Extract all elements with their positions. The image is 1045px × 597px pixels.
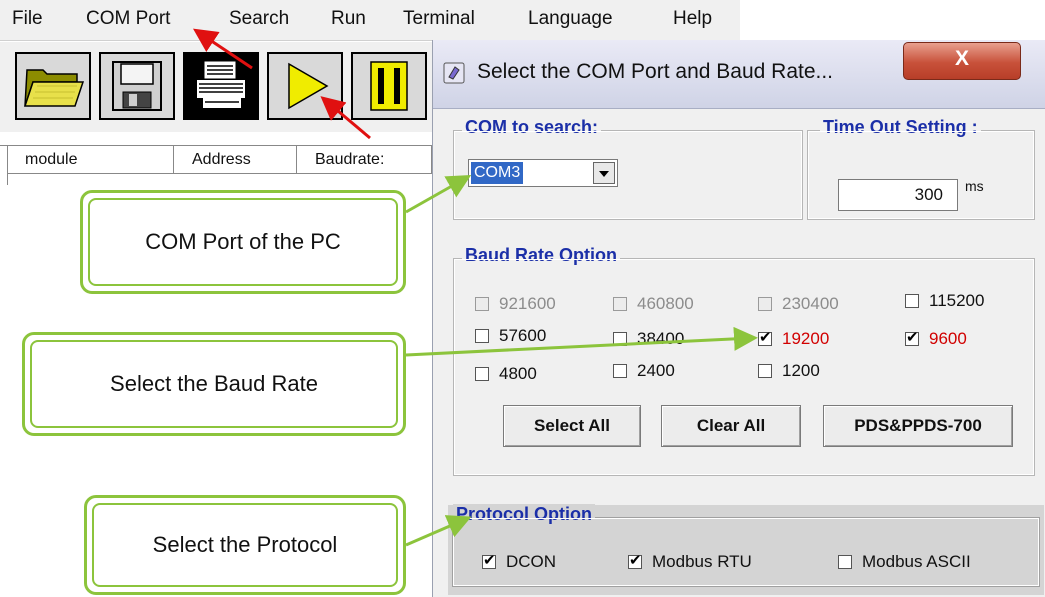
app-icon bbox=[443, 62, 465, 84]
callout-baud-rate-text: Select the Baud Rate bbox=[30, 340, 398, 428]
table-border bbox=[7, 145, 8, 185]
checkbox[interactable] bbox=[758, 364, 772, 378]
baud-option-115200[interactable]: 115200 bbox=[905, 291, 984, 311]
timeout-group: Time Out Setting : 300 ms bbox=[807, 117, 1035, 220]
menu-com-port[interactable]: COM Port bbox=[86, 8, 170, 30]
baud-option-1200[interactable]: 1200 bbox=[758, 361, 820, 381]
callout-protocol-text: Select the Protocol bbox=[92, 503, 398, 587]
checkbox-checked[interactable] bbox=[905, 328, 919, 346]
dialog-title: Select the COM Port and Baud Rate... bbox=[477, 60, 834, 83]
clear-all-button[interactable]: Clear All bbox=[661, 405, 801, 447]
com-group: COM to search: COM3 bbox=[453, 117, 803, 220]
com-group-legend: COM to search: bbox=[462, 117, 602, 138]
baud-label: 2400 bbox=[637, 361, 675, 380]
baud-option-4800[interactable]: 4800 bbox=[475, 364, 537, 384]
timeout-group-legend: Time Out Setting : bbox=[820, 117, 981, 138]
protocol-option-modbus-ascii[interactable]: Modbus ASCII bbox=[838, 552, 971, 572]
baud-label: 1200 bbox=[782, 361, 820, 380]
protocol-panel: Protocol Option DCON Modbus RTU Modbus A… bbox=[448, 504, 1044, 595]
baud-label: 57600 bbox=[499, 326, 547, 345]
checkbox-checked[interactable] bbox=[758, 328, 772, 346]
checkbox[interactable] bbox=[758, 297, 772, 311]
chevron-down-icon[interactable] bbox=[593, 162, 615, 184]
menu-search[interactable]: Search bbox=[229, 8, 289, 30]
pause-icon bbox=[370, 61, 408, 111]
checkbox[interactable] bbox=[613, 332, 627, 346]
protocol-label: DCON bbox=[506, 552, 557, 571]
protocol-option-dcon[interactable]: DCON bbox=[482, 551, 557, 572]
callout-protocol: Select the Protocol bbox=[84, 495, 406, 595]
baud-option-2400[interactable]: 2400 bbox=[613, 361, 675, 381]
open-button[interactable] bbox=[15, 52, 91, 120]
toolbar bbox=[0, 42, 432, 132]
com-select[interactable]: COM3 bbox=[468, 159, 618, 187]
pause-button[interactable] bbox=[351, 52, 427, 120]
menu-language[interactable]: Language bbox=[528, 8, 613, 30]
menu-bar: File COM Port Search Run Terminal Langua… bbox=[0, 0, 740, 41]
baud-group-legend: Baud Rate Option bbox=[462, 245, 620, 266]
timeout-input[interactable]: 300 bbox=[838, 179, 958, 211]
baud-option-230400[interactable]: 230400 bbox=[758, 294, 839, 314]
protocol-option-modbus-rtu[interactable]: Modbus RTU bbox=[628, 551, 752, 572]
baud-label: 115200 bbox=[929, 291, 985, 310]
com-select-value: COM3 bbox=[471, 162, 524, 184]
baud-option-460800[interactable]: 460800 bbox=[613, 294, 694, 314]
pds-ppds-700-button[interactable]: PDS&PPDS-700 bbox=[823, 405, 1013, 447]
menu-file[interactable]: File bbox=[12, 8, 43, 30]
dialog-titlebar: Select the COM Port and Baud Rate... X bbox=[433, 40, 1045, 109]
menu-run[interactable]: Run bbox=[331, 8, 366, 30]
checkbox[interactable] bbox=[475, 367, 489, 381]
col-address[interactable]: Address bbox=[174, 146, 297, 174]
baud-option-9600[interactable]: 9600 bbox=[905, 328, 967, 349]
play-icon bbox=[288, 62, 329, 110]
checkbox[interactable] bbox=[905, 294, 919, 308]
run-button[interactable] bbox=[267, 52, 343, 120]
baud-label: 38400 bbox=[637, 329, 685, 348]
callout-com-port: COM Port of the PC bbox=[80, 190, 406, 294]
baud-label: 230400 bbox=[782, 294, 839, 313]
baud-option-921600[interactable]: 921600 bbox=[475, 294, 556, 314]
checkbox[interactable] bbox=[613, 364, 627, 378]
protocol-group-legend: Protocol Option bbox=[453, 504, 595, 525]
callout-com-port-text: COM Port of the PC bbox=[88, 198, 398, 286]
baud-option-57600[interactable]: 57600 bbox=[475, 326, 546, 346]
menu-help[interactable]: Help bbox=[673, 8, 712, 30]
checkbox-checked[interactable] bbox=[482, 551, 496, 569]
checkbox[interactable] bbox=[838, 555, 852, 569]
baud-label: 460800 bbox=[637, 294, 694, 313]
save-button[interactable] bbox=[99, 52, 175, 120]
checkbox-checked[interactable] bbox=[628, 551, 642, 569]
col-baudrate[interactable]: Baudrate: bbox=[297, 146, 432, 174]
baud-label: 9600 bbox=[929, 329, 967, 348]
save-disk-icon bbox=[112, 61, 162, 111]
baud-option-19200[interactable]: 19200 bbox=[758, 328, 830, 349]
printer-icon bbox=[197, 61, 245, 108]
select-all-button[interactable]: Select All bbox=[503, 405, 641, 447]
timeout-unit: ms bbox=[965, 178, 984, 194]
close-button[interactable]: X bbox=[903, 42, 1021, 80]
baud-label: 921600 bbox=[499, 294, 556, 313]
col-module[interactable]: module bbox=[7, 146, 174, 174]
checkbox[interactable] bbox=[475, 297, 489, 311]
callout-baud-rate: Select the Baud Rate bbox=[22, 332, 406, 436]
protocol-label: Modbus RTU bbox=[652, 552, 752, 571]
baud-label: 19200 bbox=[782, 329, 830, 348]
baud-label: 4800 bbox=[499, 364, 537, 383]
open-folder-icon bbox=[23, 69, 85, 107]
module-table-header: module Address Baudrate: bbox=[0, 145, 432, 174]
protocol-label: Modbus ASCII bbox=[862, 552, 971, 571]
checkbox[interactable] bbox=[613, 297, 627, 311]
baud-option-38400[interactable]: 38400 bbox=[613, 329, 684, 349]
print-button[interactable] bbox=[183, 52, 259, 120]
close-icon: X bbox=[954, 47, 969, 70]
checkbox[interactable] bbox=[475, 329, 489, 343]
menu-terminal[interactable]: Terminal bbox=[403, 8, 475, 30]
